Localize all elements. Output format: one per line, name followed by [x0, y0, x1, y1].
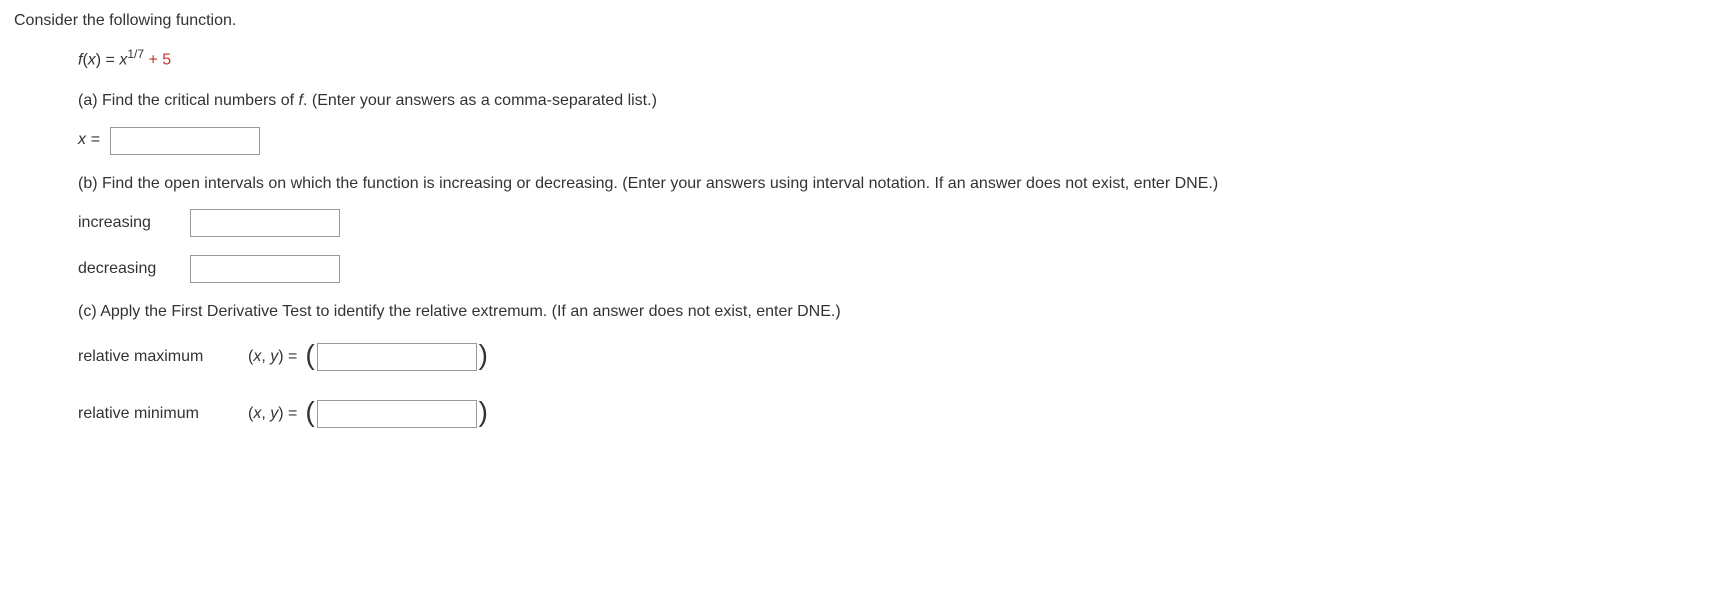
decreasing-label: decreasing: [78, 258, 168, 280]
relative-minimum-input[interactable]: [317, 400, 477, 428]
close-paren-icon: ): [479, 392, 488, 431]
part-a-prompt: (a) Find the critical numbers of f. (Ent…: [78, 90, 1721, 112]
close-paren-icon: ): [479, 335, 488, 374]
xy-equals-min: (x, y) =: [248, 403, 297, 425]
open-paren-icon: (: [305, 335, 314, 374]
relative-maximum-label: relative maximum: [78, 346, 248, 368]
increasing-label: increasing: [78, 212, 168, 234]
xy-equals-max: (x, y) =: [248, 346, 297, 368]
critical-numbers-input[interactable]: [110, 127, 260, 155]
intro-text: Consider the following function.: [14, 10, 1721, 32]
decreasing-input[interactable]: [190, 255, 340, 283]
part-c: (c) Apply the First Derivative Test to i…: [78, 301, 1721, 434]
increasing-input[interactable]: [190, 209, 340, 237]
function-expression: f(x) = x1/7 + 5: [78, 46, 1721, 72]
open-paren-icon: (: [305, 392, 314, 431]
relative-maximum-input[interactable]: [317, 343, 477, 371]
x-equals-label: x =: [78, 129, 100, 151]
relative-minimum-label: relative minimum: [78, 403, 248, 425]
part-b-prompt: (b) Find the open intervals on which the…: [78, 173, 1721, 195]
part-a: (a) Find the critical numbers of f. (Ent…: [78, 90, 1721, 154]
part-c-prompt: (c) Apply the First Derivative Test to i…: [78, 301, 1721, 323]
part-b: (b) Find the open intervals on which the…: [78, 173, 1721, 283]
